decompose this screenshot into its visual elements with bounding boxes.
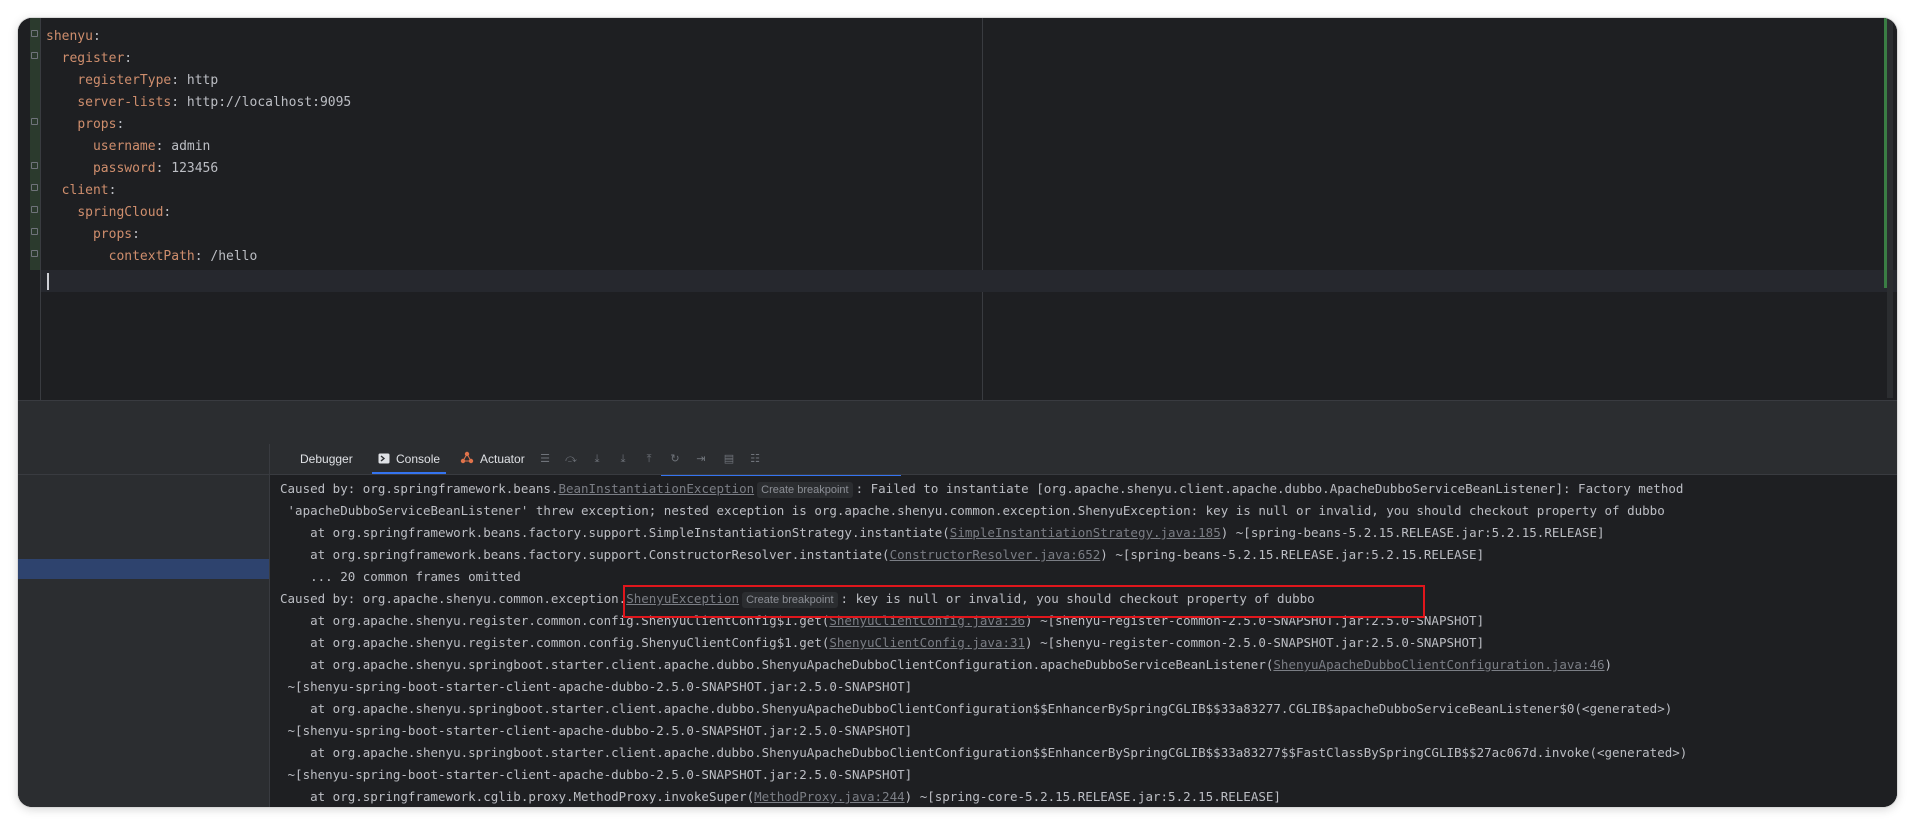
editor-scrollbar[interactable] [1887,18,1893,398]
panel-separator [18,474,269,475]
code-line: props: [92,227,140,242]
frames-panel[interactable] [18,444,270,807]
console-line: ... 20 common frames omitted [280,569,521,584]
code-line: contextPath: /hello [108,249,258,264]
console-line: at org.springframework.beans.factory.sup… [280,525,1605,540]
step-into-icon[interactable]: ⤓ [590,453,604,465]
fold-marker-icon[interactable] [31,118,38,125]
fold-marker-icon[interactable] [31,228,38,235]
stack-link[interactable]: BeanInstantiationException [558,481,754,496]
console-line: at org.springframework.beans.factory.sup… [280,547,1485,562]
step-over-icon[interactable]: ⤼ [564,453,578,465]
fold-marker-icon[interactable] [31,250,38,257]
text-caret [47,273,49,290]
tab-console[interactable]: Console [371,444,447,475]
code-line: props: [77,117,125,132]
table-icon[interactable]: ▤ [722,453,736,465]
actuator-icon [460,445,474,475]
console-line: Caused by: org.springframework.beans.Bea… [280,481,1684,498]
fold-marker-icon[interactable] [31,184,38,191]
debug-tool-window: Debugger Console Actuator ☰ ⤼ ⤓ ⤓ ⤒ ↻ ⇥ … [18,444,1897,807]
stack-link[interactable]: SimpleInstantiationStrategy.java:185 [950,525,1221,540]
code-line: password: 123456 [92,161,219,176]
settings-icon[interactable]: ☷ [748,453,762,465]
console-line: at org.springframework.cglib.proxy.Metho… [280,789,1281,804]
fold-marker-icon[interactable] [31,30,38,37]
code-line: shenyu: [46,29,101,44]
console-line: at org.apache.shenyu.springboot.starter.… [280,657,1613,672]
code-line: username: admin [92,139,211,154]
yaml-code: shenyu: register: registerType: http ser… [46,26,351,268]
console-line: at org.apache.shenyu.register.common.con… [280,635,1485,650]
frame-row[interactable] [18,524,269,544]
debug-tab-bar: Debugger Console Actuator ☰ ⤼ ⤓ ⤓ ⤒ ↻ ⇥ … [270,444,1897,475]
console-line: at org.apache.shenyu.springboot.starter.… [280,701,1673,716]
step-out-icon[interactable]: ⤒ [642,453,656,465]
code-line: register: [61,51,133,66]
tab-debugger[interactable]: Debugger [300,444,353,474]
frame-row-selected[interactable] [18,559,269,579]
fold-marker-icon[interactable] [31,162,38,169]
stack-link[interactable]: ShenyuApacheDubboClientConfiguration.jav… [1273,657,1604,672]
ide-window: shenyu: register: registerType: http ser… [18,18,1897,807]
highlight-annotation-box [623,585,1425,618]
code-line: client: [61,183,117,198]
current-line-highlight [41,270,1897,292]
console-line: ~[shenyu-spring-boot-starter-client-apac… [280,767,913,782]
stack-link[interactable]: ConstructorResolver.java:652 [890,547,1101,562]
console-line: ~[shenyu-spring-boot-starter-client-apac… [280,679,913,694]
code-line: springCloud: [77,205,172,220]
console-line: ~[shenyu-spring-boot-starter-client-apac… [280,723,913,738]
create-breakpoint-button[interactable]: Create breakpoint [757,482,853,498]
run-to-cursor-icon[interactable]: ↻ [668,453,682,465]
code-line: registerType: http [77,73,219,88]
yaml-editor[interactable]: shenyu: register: registerType: http ser… [18,18,1897,400]
console-scroll-indicator [661,475,901,476]
fold-marker-icon[interactable] [31,52,38,59]
right-margin-guide [982,18,983,400]
code-line: server-lists: http://localhost:9095 [77,95,352,110]
tab-actuator[interactable]: Actuator [460,444,525,474]
stack-link[interactable]: ShenyuClientConfig.java:31 [829,635,1025,650]
console-icon [378,445,390,475]
console-output[interactable]: Caused by: org.springframework.beans.Bea… [270,475,1897,807]
fold-marker-icon[interactable] [31,206,38,213]
force-step-into-icon[interactable]: ⤓ [616,453,630,465]
stack-link[interactable]: MethodProxy.java:244 [754,789,905,804]
layout-icon[interactable]: ☰ [538,453,552,465]
evaluate-icon[interactable]: ⇥ [694,453,708,465]
console-line: 'apacheDubboServiceBeanListener' threw e… [280,503,1665,518]
panel-divider-strip[interactable] [18,400,1897,445]
console-line: at org.apache.shenyu.springboot.starter.… [280,745,1688,760]
